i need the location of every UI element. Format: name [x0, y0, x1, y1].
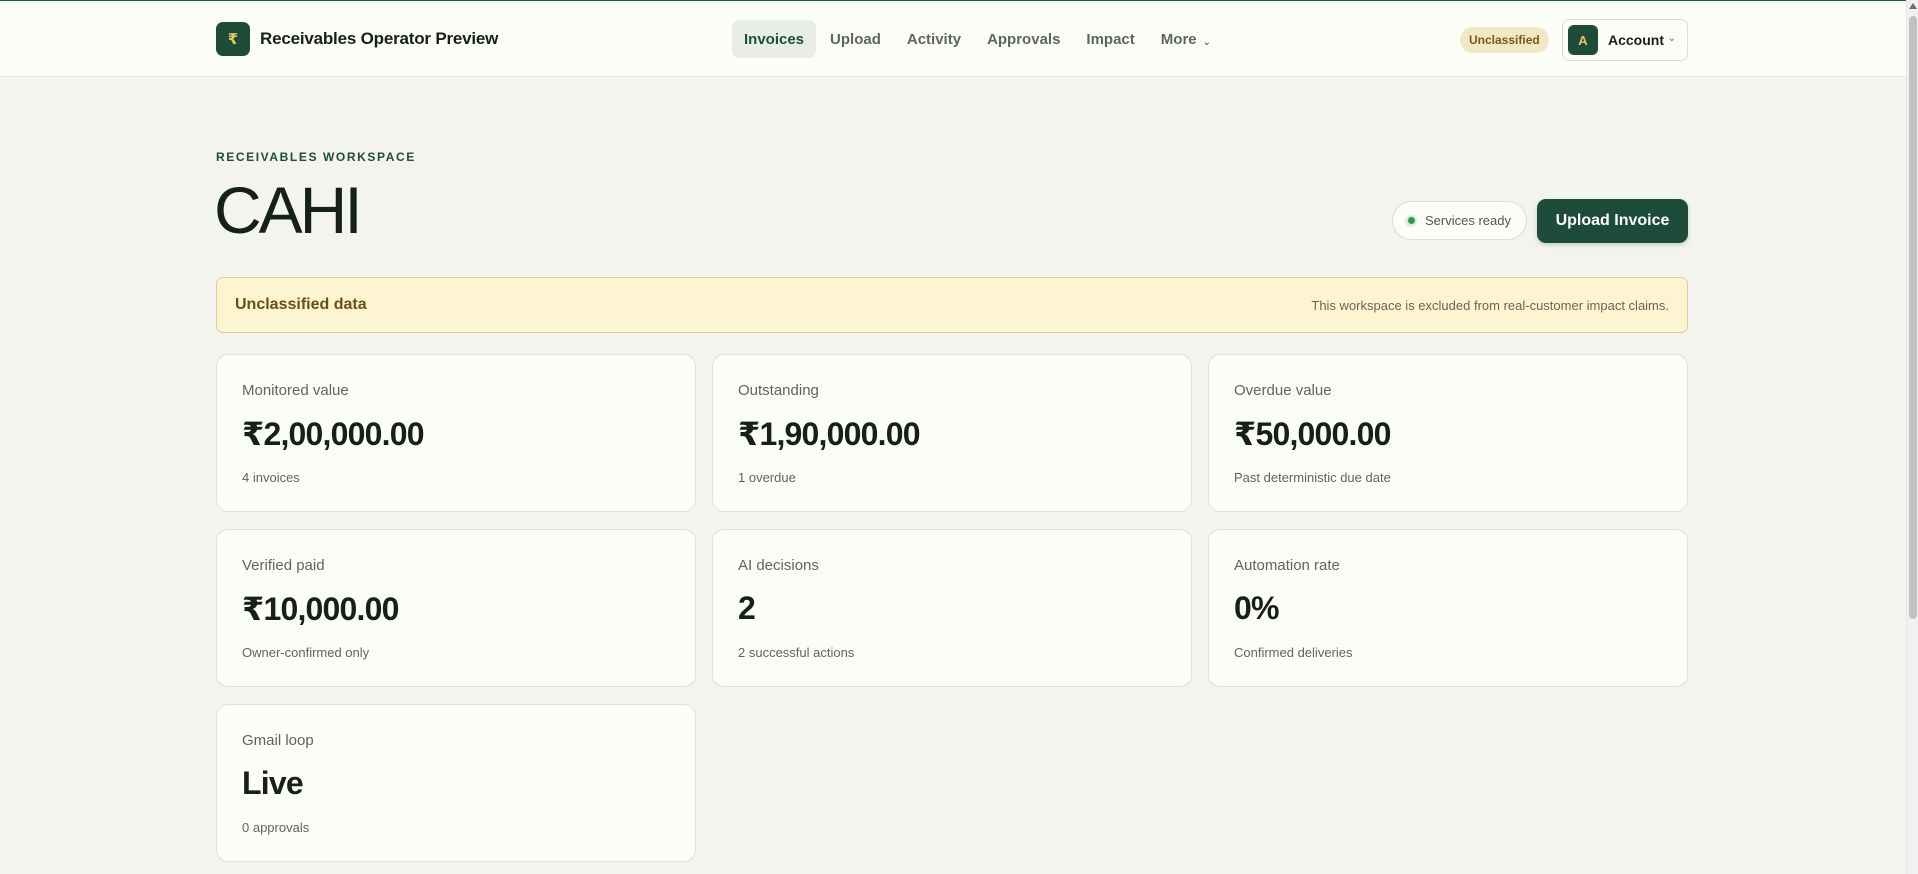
avatar: A: [1568, 25, 1598, 55]
nav-item-upload[interactable]: Upload: [818, 20, 893, 58]
nav-item-invoices[interactable]: Invoices: [732, 20, 817, 58]
nav-item-approvals[interactable]: Approvals: [975, 20, 1072, 58]
status-dot-icon: [1405, 214, 1417, 227]
brand[interactable]: ₹ Receivables Operator Preview: [216, 22, 498, 56]
metric-label: AI decisions: [738, 557, 819, 574]
metric-label: Automation rate: [1234, 557, 1340, 574]
metric-value: Live: [242, 765, 304, 801]
account-label: Account: [1608, 32, 1664, 48]
scroll-up-arrow-icon[interactable]: [1909, 3, 1917, 9]
upload-invoice-button[interactable]: Upload Invoice: [1537, 199, 1688, 243]
nav-item-more[interactable]: More ⌄: [1149, 20, 1223, 58]
metric-label: Monitored value: [242, 382, 349, 399]
metric-card-gmail-loop: Gmail loop Live 0 approvals: [216, 704, 696, 862]
banner-title: Unclassified data: [235, 296, 367, 313]
metric-subtext: 2 successful actions: [738, 645, 855, 660]
account-menu-button[interactable]: A Account ⌄: [1562, 19, 1688, 61]
metric-label: Overdue value: [1234, 382, 1332, 399]
chevron-down-icon: ⌄: [1667, 33, 1676, 44]
metric-card-monitored-value: Monitored value ₹2,00,000.00 4 invoices: [216, 354, 696, 512]
page-title: CAHI: [214, 173, 363, 247]
metric-value: ₹10,000.00: [242, 591, 399, 627]
unclassified-data-banner: Unclassified data This workspace is excl…: [216, 277, 1688, 333]
chevron-down-icon: ⌄: [1202, 36, 1212, 48]
metric-value: ₹2,00,000.00: [242, 416, 425, 452]
main-nav: Invoices Upload Activity Approvals Impac…: [732, 20, 1225, 58]
nav-item-activity[interactable]: Activity: [895, 20, 973, 58]
metric-subtext: 1 overdue: [738, 470, 796, 485]
metric-label: Verified paid: [242, 557, 325, 574]
brand-name: Receivables Operator Preview: [260, 29, 499, 48]
vertical-scrollbar[interactable]: [1906, 0, 1918, 874]
metric-value: ₹1,90,000.00: [738, 416, 921, 452]
scrollbar-thumb[interactable]: [1909, 16, 1917, 619]
nav-item-impact[interactable]: Impact: [1074, 20, 1146, 58]
workspace-eyebrow: RECEIVABLES WORKSPACE: [216, 150, 416, 164]
metric-card-outstanding: Outstanding ₹1,90,000.00 1 overdue: [712, 354, 1192, 512]
nav-item-more-label: More: [1160, 30, 1197, 48]
metric-card-automation-rate: Automation rate 0% Confirmed deliveries: [1208, 529, 1688, 687]
metric-card-verified-paid: Verified paid ₹10,000.00 Owner-confirmed…: [216, 529, 696, 687]
metric-subtext: Past deterministic due date: [1234, 470, 1391, 485]
metric-label: Outstanding: [738, 382, 819, 399]
metric-subtext: Confirmed deliveries: [1234, 645, 1353, 660]
metric-value: 0%: [1234, 590, 1279, 626]
metric-value: ₹50,000.00: [1234, 416, 1391, 452]
classification-badge: Unclassified: [1460, 27, 1549, 53]
rupee-logo-icon: ₹: [216, 22, 250, 56]
services-status-chip: Services ready: [1392, 201, 1527, 240]
banner-text: This workspace is excluded from real-cus…: [1311, 297, 1669, 313]
metric-subtext: Owner-confirmed only: [242, 645, 370, 660]
top-navigation-bar: ₹ Receivables Operator Preview Invoices …: [0, 1, 1906, 77]
metric-card-overdue-value: Overdue value ₹50,000.00 Past determinis…: [1208, 354, 1688, 512]
metric-value: 2: [738, 590, 756, 626]
services-status-label: Services ready: [1425, 213, 1511, 228]
metric-card-ai-decisions: AI decisions 2 2 successful actions: [712, 529, 1192, 687]
metric-subtext: 4 invoices: [242, 470, 300, 485]
metric-subtext: 0 approvals: [242, 820, 310, 835]
metric-label: Gmail loop: [242, 732, 314, 749]
